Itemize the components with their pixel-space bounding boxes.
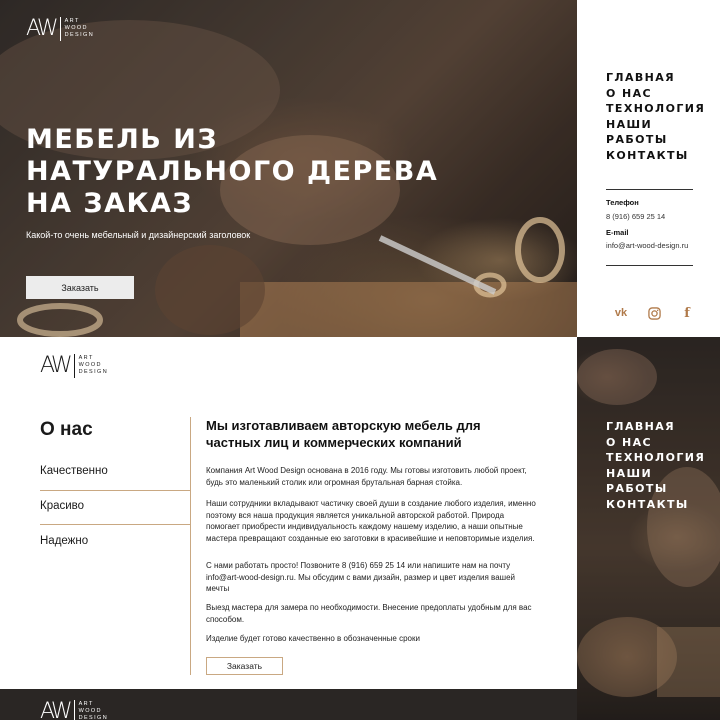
secondary-nav: Главная О нас Технология Наши работы Кон… xyxy=(606,419,705,512)
main-nav: Главная О нас Технология Наши работы Кон… xyxy=(606,70,705,163)
divider xyxy=(606,189,693,190)
feature-divider xyxy=(40,490,190,491)
about-section: AW ART WOOD DESIGN О нас Качественно Кра… xyxy=(0,337,577,689)
about-paragraph: С нами работать просто! Позвоните 8 (916… xyxy=(206,561,515,593)
feature-reliability: Надежно xyxy=(40,535,89,547)
logo-text-line: ART xyxy=(78,355,94,361)
phone-block: Телефон 8 (916) 659 25 14 xyxy=(606,198,693,221)
feature-divider xyxy=(40,524,190,525)
hero-subtitle: Какой-то очень мебельный и дизайнерский … xyxy=(26,230,251,240)
instagram-icon[interactable] xyxy=(646,305,662,321)
nav-item-home[interactable]: Главная xyxy=(606,70,705,86)
order-button[interactable]: Заказать xyxy=(26,276,134,299)
logo-mark: AW xyxy=(40,353,73,378)
about-paragraph: Изделие будет готово качественно в обозн… xyxy=(206,634,420,643)
nav-item-about[interactable]: О нас xyxy=(606,435,705,451)
nav-item-works-cont[interactable]: работы xyxy=(606,481,705,497)
logo-text-line: WOOD xyxy=(78,708,102,714)
about-paragraph: Наши сотрудники вкладывают частичку свое… xyxy=(206,499,536,543)
logo-text-line: ART xyxy=(78,701,94,707)
logo[interactable]: AW ART WOOD DESIGN xyxy=(26,16,94,41)
hero-title-line: Мебель из xyxy=(26,124,219,155)
logo[interactable]: AW ART WOOD DESIGN xyxy=(40,699,108,720)
email-value[interactable]: info@art-wood-design.ru xyxy=(606,241,693,251)
about-paragraph: Компания Art Wood Design основана в 2016… xyxy=(206,466,527,487)
nav-item-works[interactable]: Наши xyxy=(606,466,705,482)
logo-text: ART WOOD DESIGN xyxy=(79,355,109,376)
email-block: E-mail info@art-wood-design.ru xyxy=(606,228,693,251)
hero-section: AW ART WOOD DESIGN Мебель из натуральног… xyxy=(0,0,577,337)
phone-value[interactable]: 8 (916) 659 25 14 xyxy=(606,212,693,221)
next-section: AW ART WOOD DESIGN xyxy=(0,689,577,720)
divider xyxy=(606,265,693,266)
nav-item-about[interactable]: О нас xyxy=(606,86,705,102)
about-title: Мы изготавливаем авторскую мебель для ча… xyxy=(206,418,481,450)
logo-text-line: ART xyxy=(64,18,80,24)
phone-label: Телефон xyxy=(606,198,639,207)
about-order-button[interactable]: Заказать xyxy=(206,657,283,675)
logo-mark: AW xyxy=(26,16,59,41)
nav-item-home[interactable]: Главная xyxy=(606,419,705,435)
facebook-icon[interactable]: f xyxy=(679,305,695,321)
about-heading: О нас xyxy=(40,419,93,440)
workshop-photo xyxy=(577,349,720,697)
sidebar-bottom: Главная О нас Технология Наши работы Кон… xyxy=(577,337,720,720)
nav-item-works[interactable]: Наши xyxy=(606,117,705,133)
photo-shape xyxy=(657,627,720,697)
feature-quality: Качественно xyxy=(40,465,108,477)
logo-text-line: WOOD xyxy=(78,362,102,368)
about-paragraph: Выезд мастера для замера по необходимост… xyxy=(206,603,532,624)
logo-text-line: DESIGN xyxy=(64,32,95,38)
email-label: E-mail xyxy=(606,228,629,237)
logo-mark: AW xyxy=(40,699,73,720)
photo-shape xyxy=(577,349,657,405)
hero-title: Мебель из натурального дерева на заказ xyxy=(26,124,446,220)
hero-title-line: натурального дерева xyxy=(26,156,439,187)
logo-text: ART WOOD DESIGN xyxy=(65,18,95,39)
nav-item-contacts[interactable]: Контакты xyxy=(606,148,705,164)
vertical-divider xyxy=(190,417,191,675)
logo-divider xyxy=(73,699,75,720)
logo-divider xyxy=(73,353,75,378)
sidebar-top: Главная О нас Технология Наши работы Кон… xyxy=(577,0,720,337)
nav-item-contacts[interactable]: Контакты xyxy=(606,497,705,513)
hero-title-line: на заказ xyxy=(26,188,194,219)
logo-text: ART WOOD DESIGN xyxy=(79,701,109,720)
logo-text-line: DESIGN xyxy=(78,369,109,375)
logo-divider xyxy=(59,16,61,41)
social-links: vk f xyxy=(613,305,695,321)
feature-beauty: Красиво xyxy=(40,500,85,512)
nav-item-technology[interactable]: Технология xyxy=(606,450,705,466)
logo[interactable]: AW ART WOOD DESIGN xyxy=(40,353,108,378)
logo-text-line: WOOD xyxy=(64,25,88,31)
logo-text-line: DESIGN xyxy=(78,715,109,720)
nav-item-technology[interactable]: Технология xyxy=(606,101,705,117)
nav-item-works-cont[interactable]: работы xyxy=(606,132,705,148)
vk-icon[interactable]: vk xyxy=(613,305,629,321)
